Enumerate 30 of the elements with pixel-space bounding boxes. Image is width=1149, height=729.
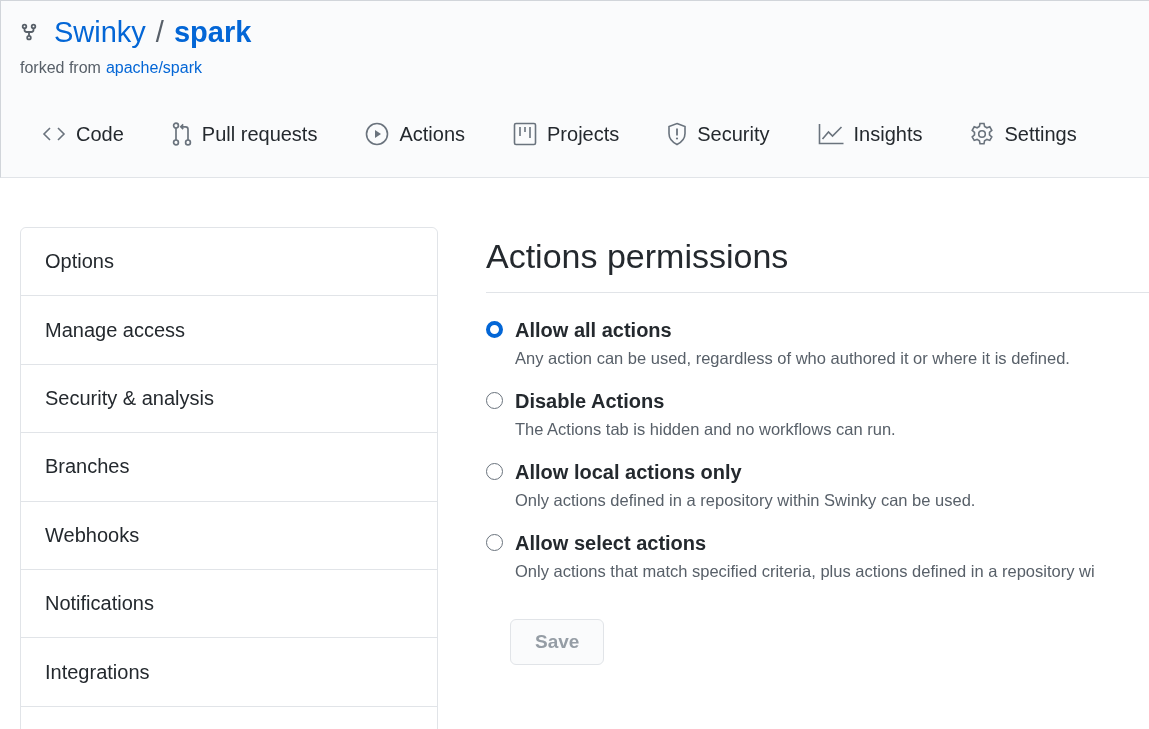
option-title: Allow select actions: [515, 532, 708, 555]
radio-button[interactable]: [486, 321, 503, 338]
repo-tab[interactable]: Settings: [970, 117, 1077, 154]
path-separator: /: [155, 15, 164, 49]
repo-tab[interactable]: Actions: [365, 117, 466, 154]
parent-repo-link[interactable]: apache/spark: [105, 59, 202, 77]
option-description: Any action can be used, regardless of who authored it or where it is defined.: [515, 349, 1070, 368]
repo-tab[interactable]: Pull requests: [171, 117, 318, 154]
option-description: Only actions that match specified criteria, plus actions defined in a repository wi: [515, 562, 1095, 581]
option-title: Allow local actions only: [515, 461, 743, 484]
play-icon: [365, 122, 390, 146]
section-heading: Actions permissions: [486, 237, 1149, 293]
code-icon: [42, 126, 66, 142]
option-description: Only actions defined in a repository within Swinky can be used.: [515, 491, 976, 510]
graph-icon: [817, 123, 844, 145]
pull-request-icon: [171, 122, 192, 146]
repo-name-link[interactable]: spark: [173, 15, 252, 49]
repo-tab[interactable]: Insights: [817, 117, 923, 154]
settings-icon: [970, 122, 995, 146]
forked-from-label: forked from: [20, 59, 101, 77]
repo-tab[interactable]: Code: [42, 117, 124, 154]
repo-tab[interactable]: Projects: [513, 117, 620, 154]
project-board-icon: [513, 122, 538, 146]
fork-icon: [20, 21, 38, 43]
owner-link[interactable]: Swinky: [54, 15, 146, 49]
option-description: The Actions tab is hidden and no workflows can run.: [515, 420, 896, 439]
option-title: Allow all actions: [515, 319, 673, 342]
repo-tab[interactable]: Security: [667, 117, 770, 154]
option-title: Disable Actions: [515, 390, 666, 413]
shield-icon: [667, 122, 688, 146]
